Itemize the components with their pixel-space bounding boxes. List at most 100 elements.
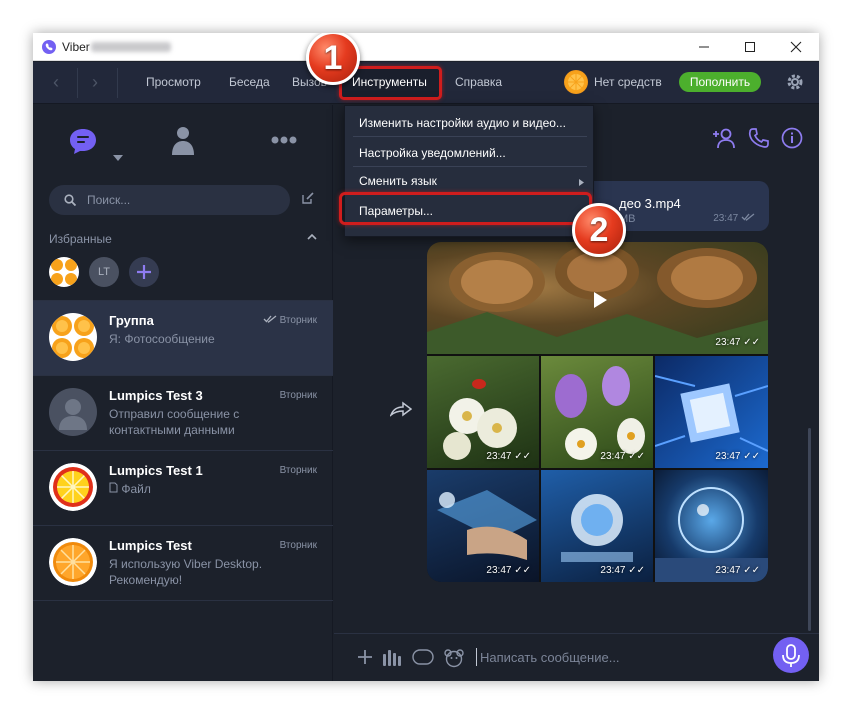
blurred-phone-number bbox=[91, 42, 171, 52]
media-time: 23:47 ✓✓ bbox=[715, 565, 760, 576]
menu-view[interactable]: Просмотр bbox=[146, 75, 201, 89]
minimize-icon bbox=[699, 46, 709, 48]
media-time: 23:47 ✓✓ bbox=[715, 337, 760, 348]
chat-name: Lumpics Test bbox=[109, 538, 192, 553]
menu-item-audio-video-settings[interactable]: Изменить настройки аудио и видео... bbox=[359, 116, 566, 130]
chat-row-lumpics-test[interactable]: Lumpics Test Вторник Я использую Viber D… bbox=[33, 526, 333, 600]
submenu-arrow-icon bbox=[579, 179, 584, 186]
search-input[interactable]: Поиск... bbox=[49, 185, 290, 215]
minimize-button[interactable] bbox=[681, 33, 727, 61]
message-time: 23:47 bbox=[713, 213, 755, 224]
window-title: Viber bbox=[62, 40, 90, 54]
photo-tile[interactable]: 23:47 ✓✓ bbox=[541, 356, 653, 468]
gif-icon[interactable] bbox=[412, 648, 434, 666]
person-placeholder-icon bbox=[59, 399, 87, 430]
sticker-bear-icon[interactable] bbox=[444, 648, 464, 668]
photo-album-message[interactable]: 23:47 ✓✓ 23:47 ✓✓ 23:47 ✓✓ 23:47 ✓✓ 23:4… bbox=[427, 242, 768, 582]
double-check-icon bbox=[741, 213, 755, 221]
step-badge-1: 1 bbox=[306, 33, 360, 85]
back-arrow-icon[interactable]: ‹ bbox=[46, 72, 66, 92]
maximize-button[interactable] bbox=[727, 33, 773, 61]
avatar bbox=[49, 388, 97, 436]
separator bbox=[353, 136, 587, 137]
more-icon[interactable] bbox=[271, 136, 297, 144]
contacts-tab-icon[interactable] bbox=[171, 125, 195, 155]
plus-icon bbox=[137, 265, 151, 279]
close-icon bbox=[790, 41, 802, 53]
play-icon[interactable] bbox=[587, 288, 611, 312]
close-button[interactable] bbox=[773, 33, 819, 61]
compose-icon[interactable] bbox=[301, 191, 315, 205]
media-time: 23:47 ✓✓ bbox=[600, 565, 645, 576]
double-check-icon bbox=[263, 315, 277, 323]
menu-tools[interactable]: Инструменты bbox=[352, 75, 427, 89]
menu-conversation[interactable]: Беседа bbox=[229, 75, 270, 89]
chat-name: Группа bbox=[109, 313, 154, 328]
photo-tile[interactable]: 23:47 ✓✓ bbox=[655, 356, 768, 468]
phone-icon[interactable] bbox=[748, 127, 770, 149]
orange-icon bbox=[565, 71, 587, 93]
plus-icon[interactable] bbox=[356, 648, 374, 666]
add-favorite-button[interactable] bbox=[129, 257, 159, 287]
title-bar: Viber bbox=[33, 33, 819, 61]
viber-logo-icon bbox=[42, 40, 56, 54]
gear-icon[interactable] bbox=[785, 72, 805, 92]
info-icon[interactable] bbox=[781, 127, 803, 149]
avatar bbox=[49, 538, 97, 586]
text-caret bbox=[476, 648, 477, 666]
media-time: 23:47 ✓✓ bbox=[715, 451, 760, 462]
menu-bar: ‹ › Просмотр Беседа Вызов Инструменты Сп… bbox=[33, 62, 819, 104]
chevron-down-icon[interactable] bbox=[113, 155, 123, 161]
scrollbar[interactable] bbox=[808, 428, 811, 631]
chat-time: Вторник bbox=[279, 540, 317, 551]
favorite-avatar-group[interactable] bbox=[49, 257, 79, 287]
voice-bars-icon[interactable] bbox=[382, 648, 402, 666]
photo-tile[interactable]: 23:47 ✓✓ bbox=[427, 356, 539, 468]
message-composer: Написать сообщение... bbox=[334, 633, 819, 681]
maximize-icon bbox=[745, 42, 755, 52]
chat-row-lumpics-test-1[interactable]: Lumpics Test 1 Вторник Файл bbox=[33, 451, 333, 525]
forward-icon[interactable] bbox=[390, 401, 412, 417]
orange-slices-icon bbox=[49, 257, 79, 287]
photo-tile[interactable]: 23:47 ✓✓ bbox=[655, 470, 768, 582]
chat-name: Lumpics Test 1 bbox=[109, 463, 203, 478]
topup-button[interactable]: Пополнить bbox=[679, 72, 761, 92]
chat-preview: Я: Фотосообщение bbox=[109, 332, 215, 346]
media-time: 23:47 ✓✓ bbox=[600, 451, 645, 462]
orange-slice-icon bbox=[49, 538, 97, 586]
search-placeholder: Поиск... bbox=[87, 193, 131, 207]
separator bbox=[353, 166, 587, 167]
menu-item-notification-settings[interactable]: Настройка уведомлений... bbox=[359, 146, 506, 160]
sidebar: Поиск... Избранные LT Группа Вторник Я: … bbox=[33, 105, 333, 681]
divider bbox=[33, 600, 333, 601]
settings-item-highlight bbox=[339, 192, 592, 225]
chat-time: Вторник bbox=[279, 390, 317, 401]
avatar bbox=[49, 463, 97, 511]
chat-row-group[interactable]: Группа Вторник Я: Фотосообщение bbox=[33, 301, 333, 375]
media-time: 23:47 ✓✓ bbox=[486, 565, 531, 576]
chat-time: Вторник bbox=[279, 465, 317, 476]
add-participant-icon[interactable] bbox=[712, 127, 736, 149]
menu-item-change-language[interactable]: Сменить язык bbox=[359, 174, 437, 188]
photo-tile[interactable]: 23:47 ✓✓ bbox=[427, 470, 539, 582]
favorites-label: Избранные bbox=[49, 232, 112, 246]
separator bbox=[117, 68, 118, 98]
menu-help[interactable]: Справка bbox=[455, 75, 502, 89]
orange-slices-icon bbox=[49, 313, 97, 361]
chats-tab-icon[interactable] bbox=[68, 127, 98, 155]
file-name: део 3.mp4 bbox=[619, 196, 681, 211]
chat-row-lumpics-test-3[interactable]: Lumpics Test 3 Вторник Отправил сообщени… bbox=[33, 376, 333, 450]
account-avatar[interactable] bbox=[564, 70, 588, 94]
message-input[interactable]: Написать сообщение... bbox=[480, 650, 620, 665]
chat-name: Lumpics Test 3 bbox=[109, 388, 203, 403]
favorite-avatar-lt[interactable]: LT bbox=[89, 257, 119, 287]
microphone-icon bbox=[782, 644, 800, 667]
search-icon bbox=[64, 194, 76, 206]
forward-arrow-icon[interactable]: › bbox=[85, 72, 105, 92]
photo-tile[interactable]: 23:47 ✓✓ bbox=[541, 470, 653, 582]
chevron-up-icon[interactable] bbox=[307, 234, 317, 240]
balance-text: Нет средств bbox=[594, 75, 662, 89]
video-thumbnail[interactable]: 23:47 ✓✓ bbox=[427, 242, 768, 354]
microphone-button[interactable] bbox=[773, 637, 809, 673]
step-badge-2: 2 bbox=[572, 203, 626, 257]
